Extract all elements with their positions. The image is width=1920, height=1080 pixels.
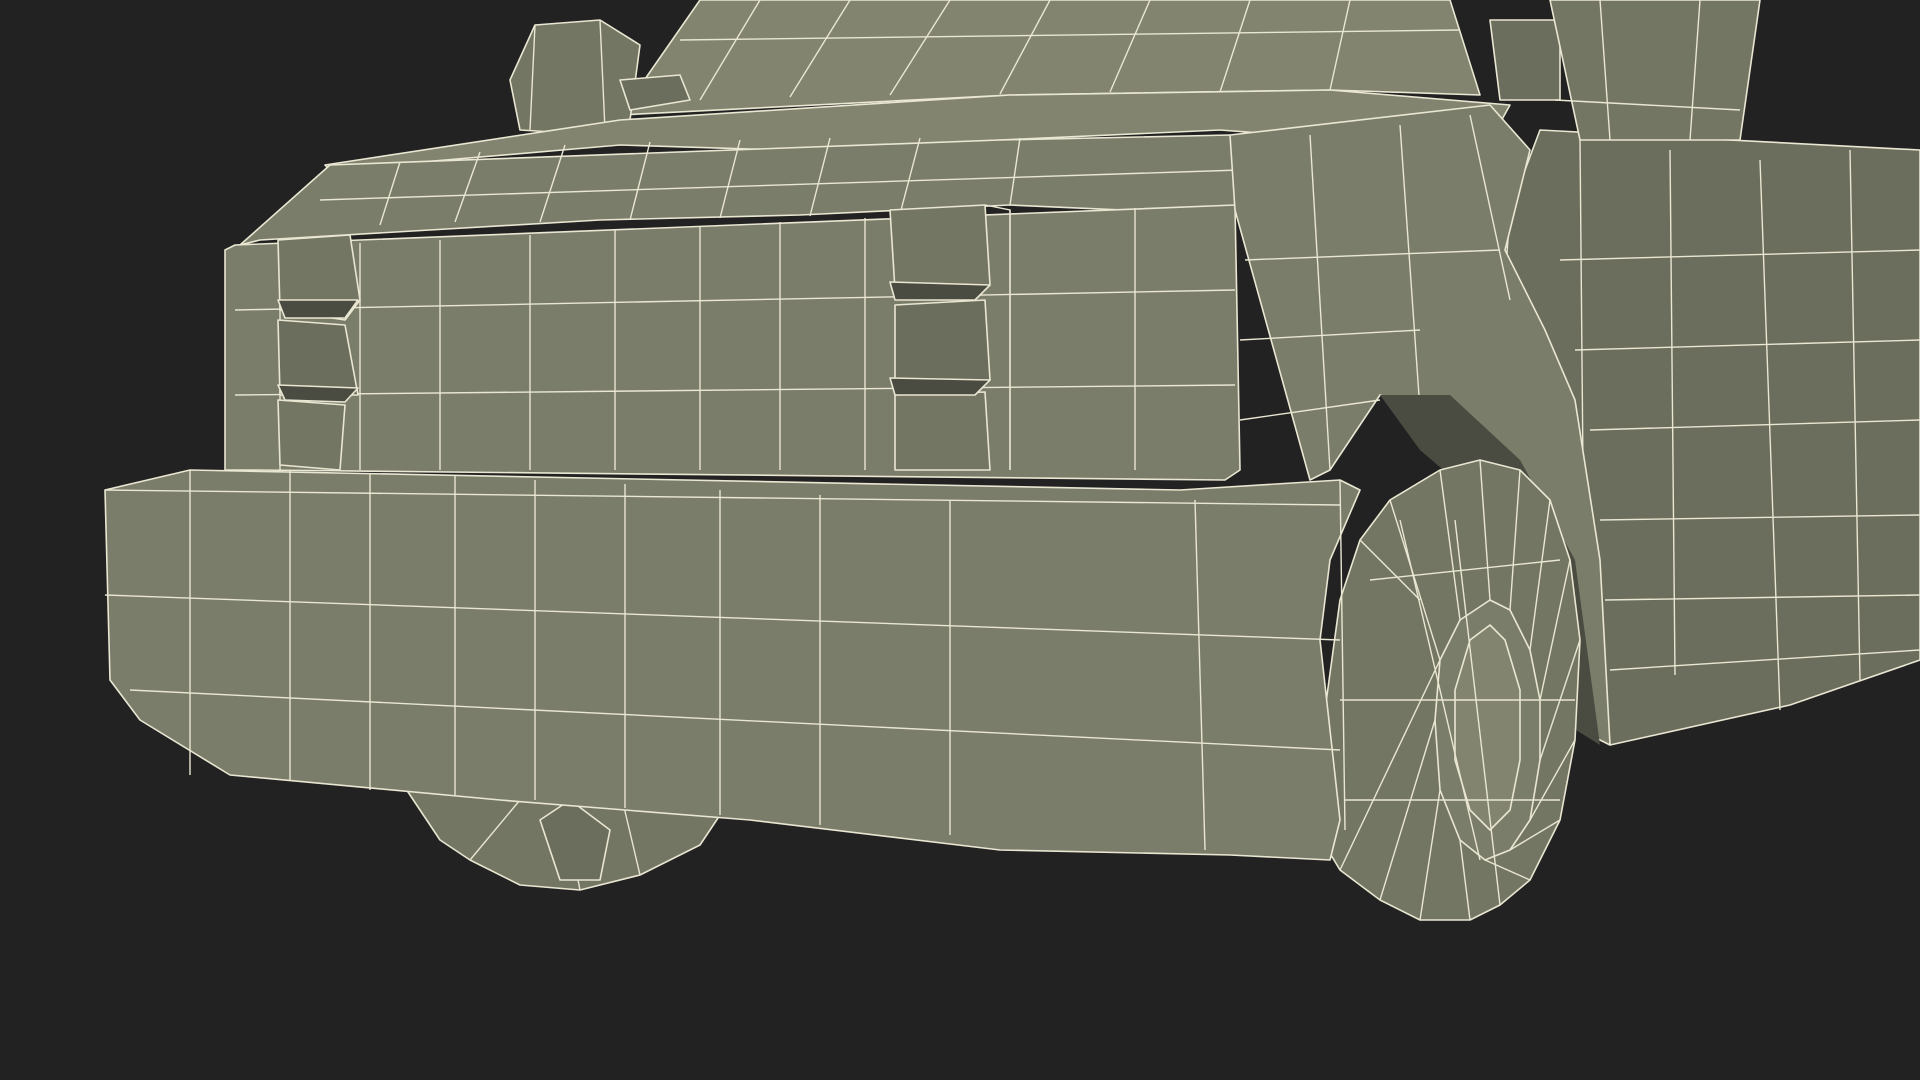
vehicle-mesh-render	[0, 0, 1920, 1080]
3d-render-viewport	[0, 0, 1920, 1080]
front-grille	[224, 204, 1241, 481]
